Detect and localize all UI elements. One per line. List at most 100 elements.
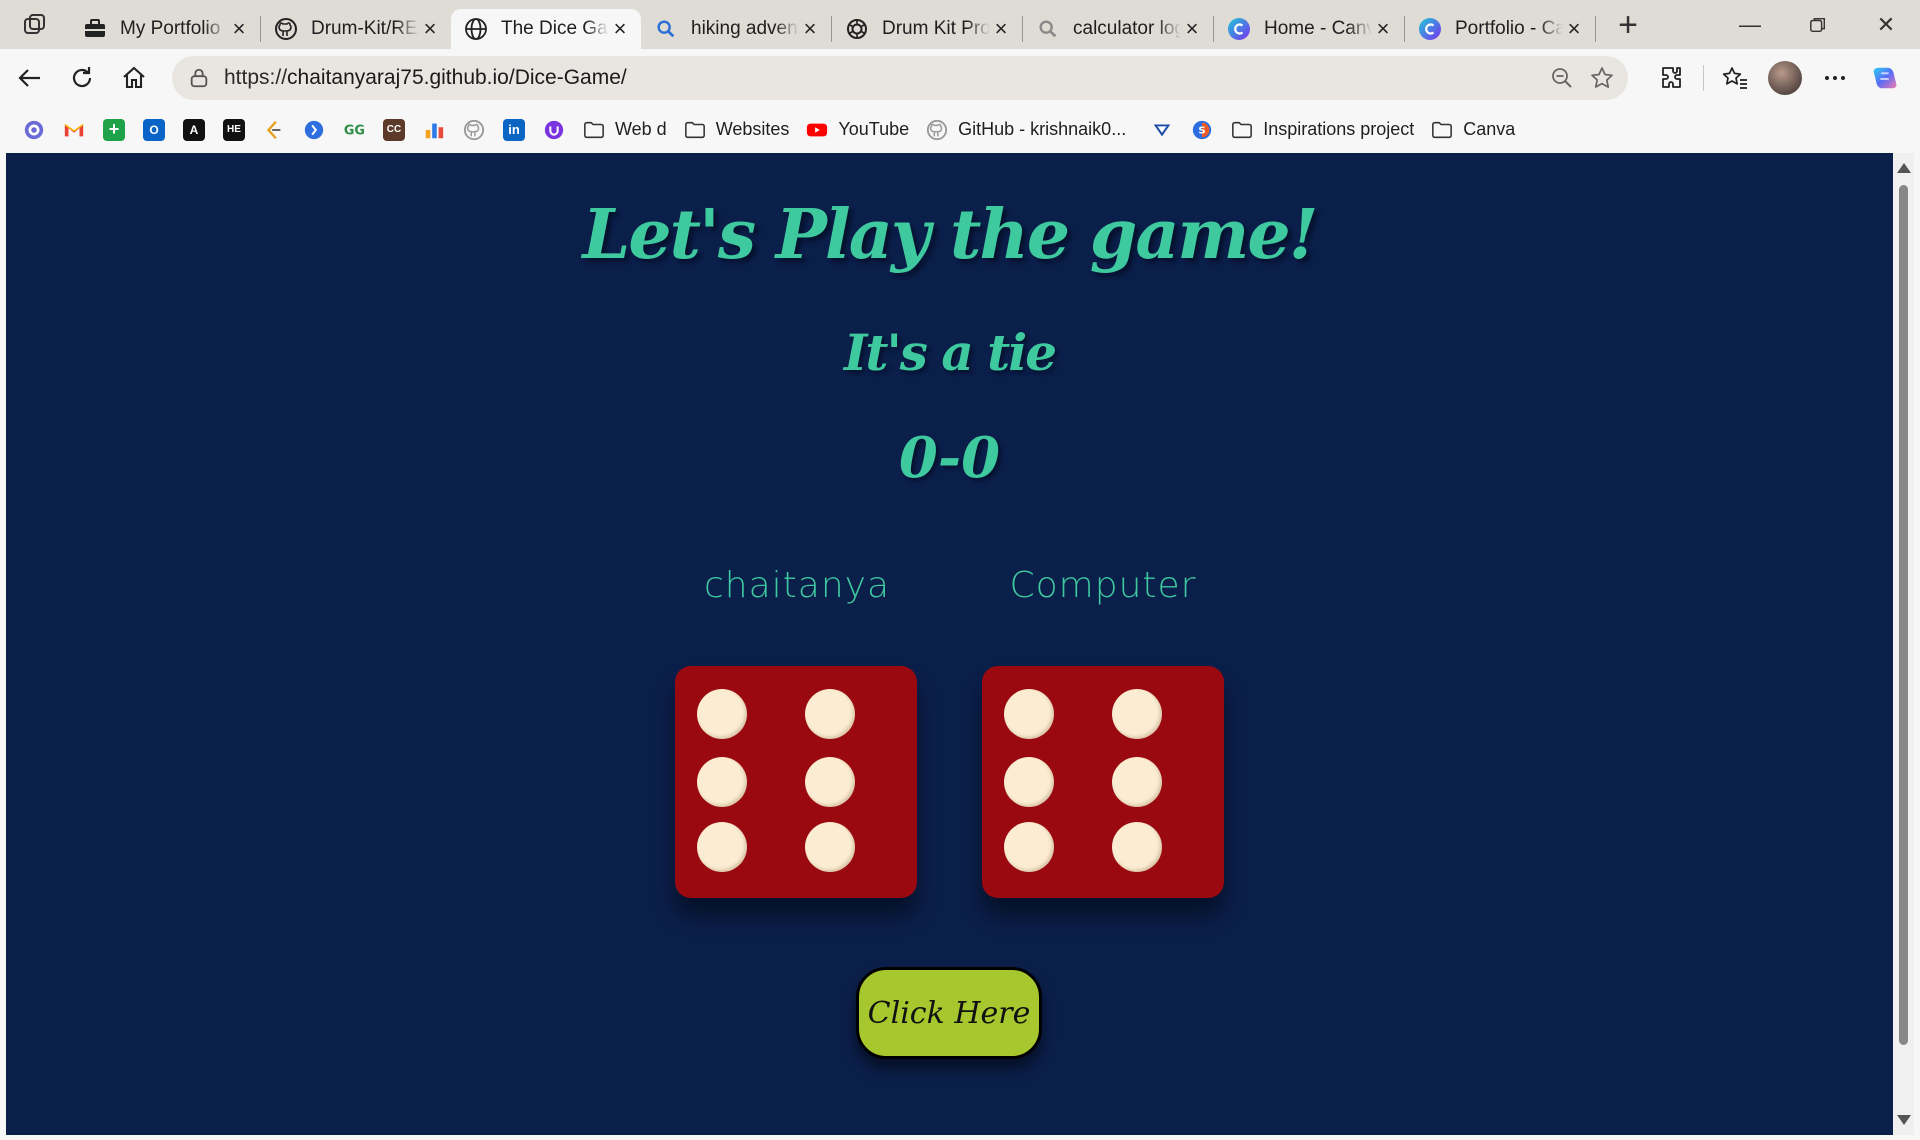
bookmark-app[interactable]	[14, 113, 54, 147]
bookmark-label: GitHub - krishnaik0...	[958, 119, 1127, 139]
close-tab-icon[interactable]: ×	[609, 16, 631, 41]
die-pip	[1004, 822, 1054, 872]
tab-portfolio-canva[interactable]: Portfolio - Canva ×	[1405, 9, 1595, 49]
die-pip	[1112, 822, 1162, 872]
bookmark-label: YouTube	[838, 119, 910, 139]
tab-drum-kit-project[interactable]: Drum Kit Project ×	[832, 9, 1022, 49]
unstop-icon	[542, 118, 566, 142]
close-tab-icon[interactable]: ×	[1372, 16, 1394, 41]
extensions-icon[interactable]	[1647, 56, 1697, 100]
bookmark-youtube[interactable]: YouTube	[797, 113, 917, 147]
bookmark-label: Web d	[615, 119, 667, 139]
close-tab-icon[interactable]: ×	[419, 16, 441, 41]
bookmark-outlook[interactable]: O	[134, 113, 174, 147]
bookmark-folder-web-d[interactable]: Web d	[574, 113, 675, 147]
bookmark-unstop[interactable]	[534, 113, 574, 147]
url-text[interactable]: https://chaitanyaraj75.github.io/Dice-Ga…	[224, 66, 1542, 90]
bookmark-label: Canva	[1463, 119, 1516, 139]
new-tab-button[interactable]: +	[1602, 6, 1654, 46]
bookmark-folder-websites[interactable]: Websites	[675, 113, 798, 147]
bookmark-github-krishnaik[interactable]: GitHub - krishnaik0...	[917, 113, 1134, 147]
roll-button[interactable]: Click Here	[856, 967, 1042, 1059]
tab-label: Drum-Kit/README	[311, 17, 419, 39]
codechef-icon: CC	[382, 118, 406, 142]
workspaces-icon[interactable]	[0, 0, 70, 49]
bookmark-codeforces[interactable]	[294, 113, 334, 147]
tab-label: The Dice Game	[501, 17, 609, 39]
address-bar[interactable]: https://chaitanyaraj75.github.io/Dice-Ga…	[172, 56, 1628, 100]
back-icon[interactable]	[4, 56, 56, 100]
close-tab-icon[interactable]: ×	[1181, 16, 1203, 41]
bookmark-gmail[interactable]	[54, 113, 94, 147]
app-icon: S	[1190, 118, 1214, 142]
toolbar-divider	[1703, 65, 1704, 91]
tab-divider	[1595, 15, 1596, 42]
close-window-icon[interactable]: ✕	[1852, 0, 1920, 49]
tab-hiking-adventure[interactable]: hiking adventure ×	[641, 9, 831, 49]
tab-calculator-logic[interactable]: calculator logic ×	[1023, 9, 1213, 49]
result-text: It's a tie	[843, 323, 1057, 382]
die-pip	[805, 689, 855, 739]
bookmark-codechef[interactable]: CC	[374, 113, 414, 147]
refresh-icon[interactable]	[56, 56, 108, 100]
folder-icon	[1230, 118, 1254, 142]
github-icon	[273, 16, 299, 42]
scrollbar-thumb[interactable]	[1899, 185, 1908, 1045]
bookmark-chart[interactable]	[414, 113, 454, 147]
tab-drum-kit-readme[interactable]: Drum-Kit/README ×	[261, 9, 451, 49]
tab-label: Portfolio - Canva	[1455, 17, 1563, 39]
browser-toolbar: https://chaitanyaraj75.github.io/Dice-Ga…	[0, 49, 1920, 107]
favorites-icon[interactable]	[1710, 56, 1760, 100]
geeksforgeeks-icon: GG	[342, 118, 366, 142]
profile-avatar[interactable]	[1760, 56, 1810, 100]
svg-text:S: S	[1199, 125, 1206, 136]
page-scrollbar[interactable]	[1893, 153, 1914, 1135]
die-pip	[1112, 757, 1162, 807]
computer-name: Computer	[1009, 565, 1197, 606]
bookmark-vpn[interactable]	[1142, 113, 1182, 147]
github-icon	[462, 118, 486, 142]
die-pip	[697, 822, 747, 872]
briefcase-icon	[82, 16, 108, 42]
close-tab-icon[interactable]: ×	[799, 16, 821, 41]
codeforces-icon	[302, 118, 326, 142]
tab-my-portfolio[interactable]: My Portfolio ×	[70, 9, 260, 49]
bookmark-folder-canva[interactable]: Canva	[1422, 113, 1523, 147]
minimize-icon[interactable]: —	[1716, 0, 1784, 49]
home-icon[interactable]	[108, 56, 160, 100]
bookmark-geeksforgeeks[interactable]: GG	[334, 113, 374, 147]
search-icon	[1035, 16, 1061, 42]
restore-icon[interactable]	[1784, 0, 1852, 49]
tab-dice-game[interactable]: The Dice Game ×	[451, 8, 641, 49]
bookmark-app-2[interactable]: S	[1182, 113, 1222, 147]
favorite-star-icon[interactable]	[1582, 58, 1622, 98]
bookmark-ai[interactable]: A	[174, 113, 214, 147]
bookmark-linkedin[interactable]: in	[494, 113, 534, 147]
tab-home-canva[interactable]: Home - Canva ×	[1214, 9, 1404, 49]
player-die	[675, 666, 917, 898]
more-menu-icon[interactable]	[1810, 56, 1860, 100]
leetcode-icon	[262, 118, 286, 142]
bookmark-folder-inspirations[interactable]: Inspirations project	[1222, 113, 1422, 147]
close-tab-icon[interactable]: ×	[228, 16, 250, 41]
player-name: chaitanya	[703, 565, 891, 606]
bookmark-plus-app[interactable]: +	[94, 113, 134, 147]
zoom-out-icon[interactable]	[1542, 58, 1582, 98]
folder-icon	[1430, 118, 1454, 142]
bookmark-github[interactable]	[454, 113, 494, 147]
die-pip	[805, 757, 855, 807]
site-info-icon[interactable]	[186, 65, 212, 91]
tab-label: calculator logic	[1073, 17, 1181, 39]
close-tab-icon[interactable]: ×	[1563, 16, 1585, 41]
toolbar-actions	[1647, 56, 1910, 100]
close-tab-icon[interactable]: ×	[990, 16, 1012, 41]
scroll-up-icon[interactable]	[1897, 163, 1911, 173]
scroll-down-icon[interactable]	[1897, 1115, 1911, 1125]
tab-strip: My Portfolio × Drum-Kit/README × The Dic…	[0, 0, 1920, 49]
canva-icon	[1226, 16, 1252, 42]
window-controls: — ✕	[1716, 0, 1920, 49]
bookmark-leetcode[interactable]	[254, 113, 294, 147]
bookmarks-bar: + O A HE GG CC in Web d Websites YouTube…	[0, 107, 1920, 152]
copilot-icon[interactable]	[1860, 56, 1910, 100]
bookmark-hackerearth[interactable]: HE	[214, 113, 254, 147]
